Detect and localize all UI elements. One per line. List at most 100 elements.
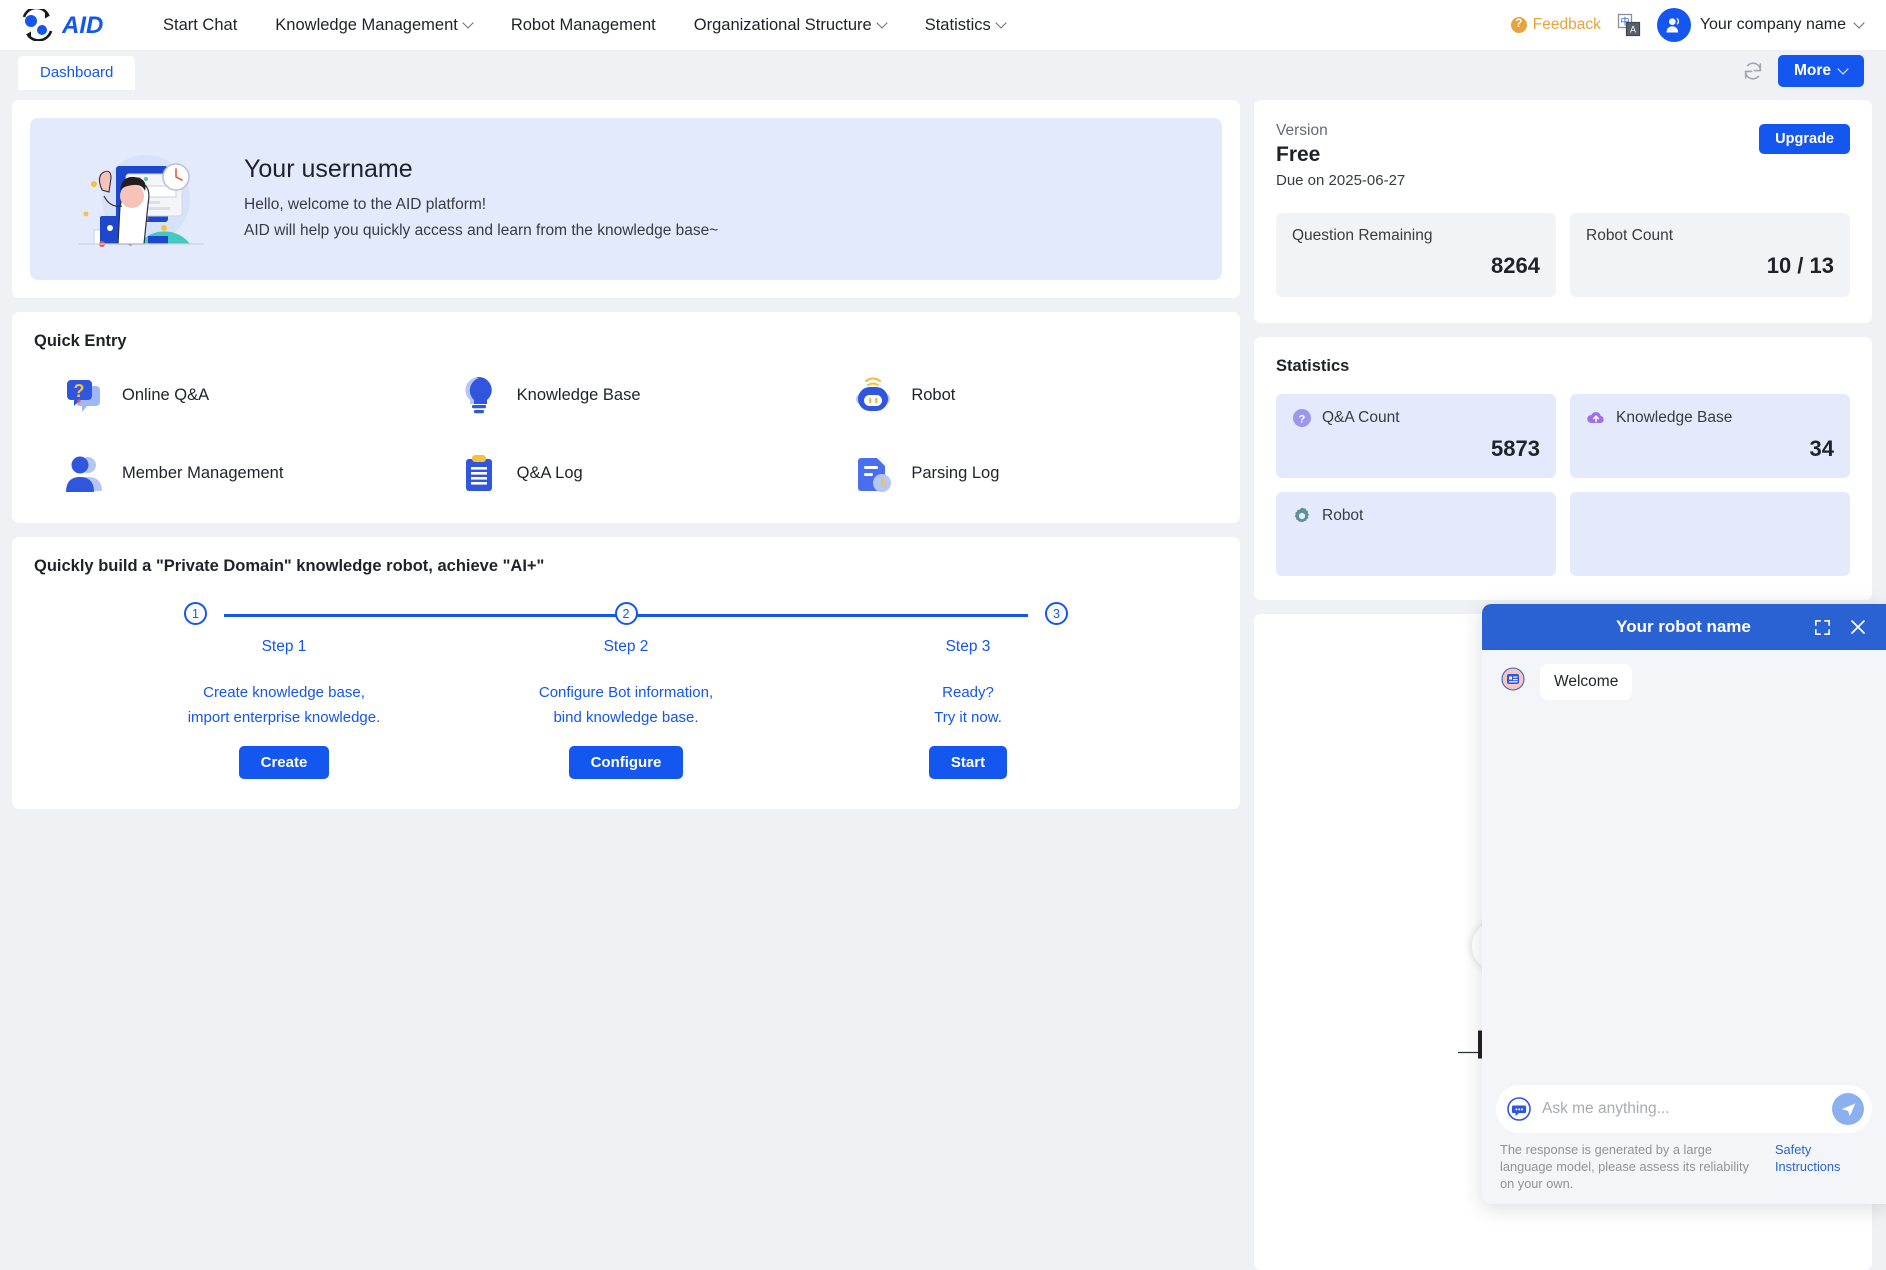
translate-icon[interactable]: 中 A: [1617, 13, 1641, 37]
quick-entry-item-member-management[interactable]: Member Management: [34, 451, 429, 495]
nav-label: Start Chat: [163, 16, 238, 34]
welcome-banner: Your username Hello, welcome to the AID …: [30, 118, 1222, 280]
quick-entry-item-parsing-log[interactable]: Parsing Log: [823, 451, 1218, 495]
nav-item-organizational-structure[interactable]: Organizational Structure: [675, 0, 906, 50]
step-description: Ready? Try it now.: [868, 680, 1068, 730]
send-button[interactable]: [1832, 1093, 1864, 1125]
chat-widget: Your robot name Welcome Ask me anything.…: [1482, 604, 1886, 1204]
cloud-upload-icon: [1587, 412, 1604, 423]
nav-item-statistics[interactable]: Statistics: [906, 0, 1025, 50]
account-menu[interactable]: Your company name: [1656, 8, 1864, 42]
step-description: Create knowledge base, import enterprise…: [184, 680, 384, 730]
send-icon: [1841, 1103, 1855, 1116]
step-circle-2[interactable]: 2: [614, 602, 638, 625]
create-button[interactable]: Create: [238, 746, 330, 779]
stat-label: Robot Count: [1586, 227, 1674, 244]
safety-instructions-link[interactable]: Safety Instructions: [1775, 1141, 1853, 1175]
account-name: Your company name: [1699, 16, 1846, 33]
steps-rail: 1 2 3: [184, 602, 1068, 628]
nav-item-start-chat[interactable]: Start Chat: [144, 0, 256, 50]
quick-entry-label: Member Management: [122, 463, 284, 482]
configure-button[interactable]: Configure: [568, 746, 684, 779]
statistics-card: Statistics ? Q&A Count 5873 Knowledge Ba…: [1254, 337, 1872, 600]
svg-text:AID: AID: [62, 12, 103, 38]
step-description-line-2: bind knowledge base.: [553, 709, 699, 726]
question-bubble-icon: ?: [67, 380, 100, 412]
nav-label: Statistics: [924, 16, 991, 34]
welcome-line-2: AID will help you quickly access and lea…: [244, 221, 719, 239]
tab-label: Dashboard: [40, 64, 114, 81]
nav-item-robot-management[interactable]: Robot Management: [492, 0, 675, 50]
quick-entry-grid: ? Online Q&A Knowledge Base Robot Member…: [34, 373, 1218, 495]
robot-icon: [856, 377, 891, 411]
aid-logo-mark: [22, 9, 53, 41]
nav-label: Knowledge Management: [275, 16, 458, 34]
svg-text:A: A: [1630, 25, 1636, 35]
step-column-3: Step 3 Ready? Try it now. Start: [868, 634, 1068, 779]
step-description-line-2: import enterprise knowledge.: [187, 709, 381, 726]
aid-logo[interactable]: AID: [18, 9, 118, 41]
step-circle-1[interactable]: 1: [184, 602, 207, 625]
chevron-down-icon: [997, 19, 1006, 28]
tab-dashboard[interactable]: Dashboard: [18, 56, 136, 90]
quick-entry-item-knowledge-base[interactable]: Knowledge Base: [429, 373, 824, 417]
statistics-box-qa-count[interactable]: ? Q&A Count 5873: [1276, 394, 1556, 478]
steps-columns: Step 1 Create knowledge base, import ent…: [184, 634, 1068, 779]
quick-entry-item-online-qa[interactable]: ? Online Q&A: [34, 373, 429, 417]
page-title: Your username: [244, 154, 413, 183]
stat-value: 10 / 13: [1766, 253, 1834, 278]
step-name: Step 1: [261, 638, 307, 655]
chat-message: Welcome: [1498, 664, 1870, 700]
quick-entry-label: Parsing Log: [911, 463, 1000, 482]
step-circle-3[interactable]: 3: [1045, 602, 1068, 625]
step-description: Configure Bot information, bind knowledg…: [526, 680, 726, 730]
quick-entry-item-robot[interactable]: Robot: [823, 373, 1218, 417]
feedback-label: Feedback: [1532, 16, 1601, 33]
statistics-box-header: ? Q&A Count: [1292, 408, 1540, 428]
statistics-box-header: Knowledge Base: [1586, 408, 1834, 428]
user-icon: [1666, 18, 1679, 33]
statistics-grid: ? Q&A Count 5873 Knowledge Base 34 Robot: [1276, 394, 1850, 576]
chat-title: Your robot name: [1616, 617, 1751, 636]
more-button[interactable]: More: [1777, 55, 1864, 87]
top-navigation-bar: AID Start Chat Knowledge Management Robo…: [0, 0, 1886, 50]
expand-icon[interactable]: [1813, 618, 1832, 637]
chat-input-row: [1496, 1085, 1872, 1133]
statistics-box-value: 34: [1809, 436, 1834, 461]
quick-entry-title: Quick Entry: [34, 332, 127, 350]
quick-entry-label: Online Q&A: [122, 385, 210, 404]
feedback-button[interactable]: ? Feedback: [1510, 16, 1601, 34]
chevron-down-icon: [1839, 65, 1848, 74]
refresh-icon[interactable]: [1742, 60, 1764, 82]
chat-bubble-icon[interactable]: [1506, 1096, 1532, 1122]
quick-entry-label: Robot: [911, 385, 956, 404]
stat-label: Question Remaining: [1292, 227, 1433, 244]
start-button[interactable]: Start: [928, 746, 1008, 779]
step-description-line-1: Create knowledge base,: [203, 684, 365, 701]
step-name: Step 3: [945, 638, 991, 655]
version-stats: Question Remaining 8264 Robot Count 10 /…: [1276, 213, 1850, 297]
steps-body: 1 2 3 Step 1 Create knowledge base, impo…: [34, 602, 1218, 779]
quick-entry-label: Knowledge Base: [516, 385, 641, 404]
statistics-box-value: 5873: [1491, 436, 1540, 461]
users-icon: [66, 456, 102, 492]
chat-input[interactable]: [1542, 1100, 1822, 1118]
nav-label: Organizational Structure: [693, 16, 872, 34]
quick-entry-item-qa-log[interactable]: Q&A Log: [429, 451, 824, 495]
nav-item-knowledge-management[interactable]: Knowledge Management: [256, 0, 492, 50]
statistics-box-header: Robot: [1292, 506, 1540, 526]
statistics-box-extra[interactable]: [1570, 492, 1850, 576]
statistics-box-label: Knowledge Base: [1616, 409, 1733, 426]
step-description-line-1: Ready?: [942, 684, 994, 701]
close-icon[interactable]: [1848, 617, 1868, 637]
upgrade-button[interactable]: Upgrade: [1759, 124, 1850, 154]
clipboard-icon: [465, 455, 492, 491]
chat-bubble: Welcome: [1540, 664, 1633, 700]
step-description-line-1: Configure Bot information,: [538, 684, 714, 701]
bot-avatar-icon: [1498, 664, 1528, 694]
welcome-card: Your username Hello, welcome to the AID …: [12, 100, 1240, 298]
chat-disclaimer: The response is generated by a large lan…: [1500, 1142, 1749, 1191]
statistics-box-knowledge-base[interactable]: Knowledge Base 34: [1570, 394, 1850, 478]
statistics-box-robot[interactable]: Robot: [1276, 492, 1556, 576]
lightbulb-icon: [465, 377, 492, 414]
